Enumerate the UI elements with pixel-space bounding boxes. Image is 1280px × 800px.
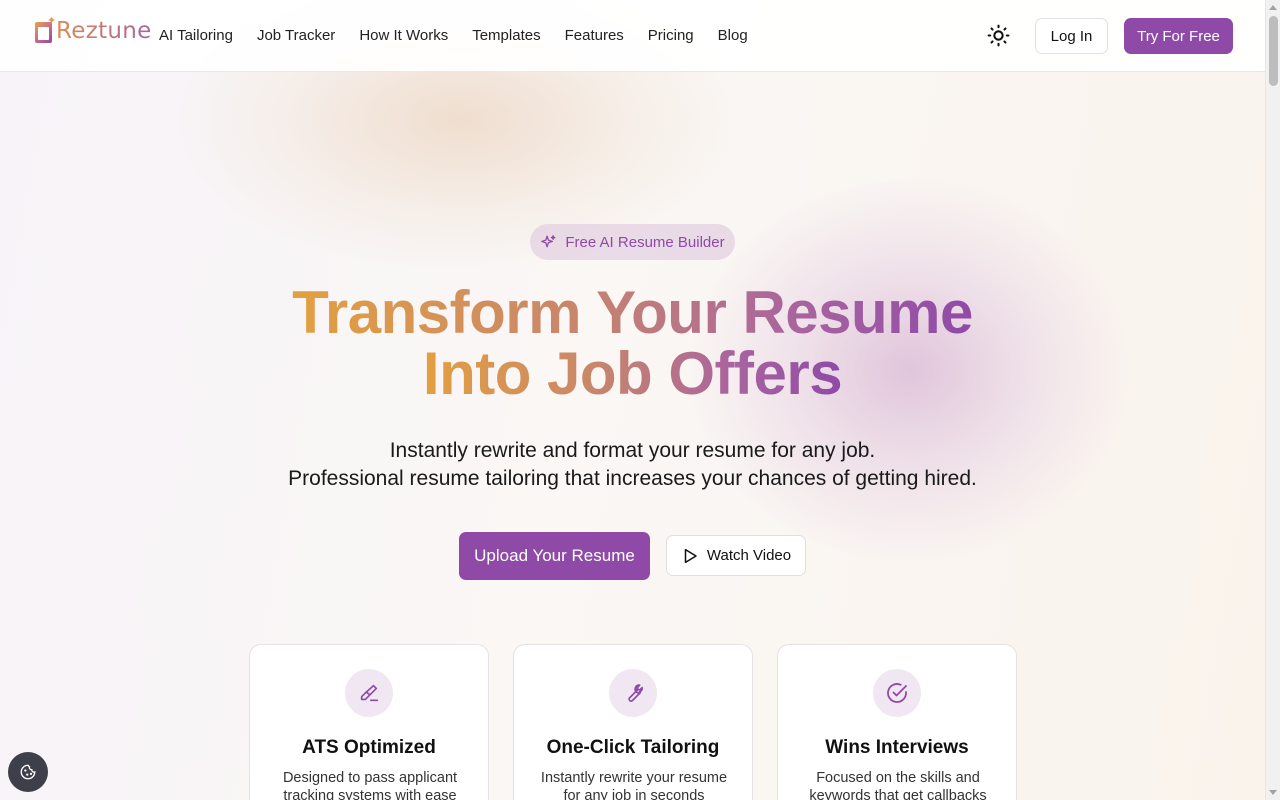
hero-badge: Free AI Resume Builder (530, 224, 735, 260)
watch-video-label: Watch Video (706, 547, 792, 564)
scroll-down-arrow[interactable] (1269, 790, 1277, 795)
wrench-icon (628, 684, 643, 702)
nav-templates[interactable]: Templates (472, 27, 540, 44)
nav-features[interactable]: Features (565, 27, 624, 44)
scroll-up-arrow[interactable] (1269, 5, 1277, 10)
main-nav: AI Tailoring Job Tracker How It Works Te… (159, 0, 772, 70)
hero-badge-label: Free AI Resume Builder (565, 233, 725, 251)
hero-subtitle: Instantly rewrite and format your resume… (0, 437, 1265, 493)
scrollbar-thumb[interactable] (1269, 16, 1278, 86)
headline-line-1: Transform Your Resume (292, 279, 973, 346)
subtitle-line-2: Professional resume tailoring that incre… (288, 467, 977, 490)
sparkles-icon (541, 234, 556, 247)
feature-description: Instantly rewrite your resume for any jo… (540, 770, 728, 800)
nav-how-it-works[interactable]: How It Works (359, 27, 448, 44)
login-button[interactable]: Log In (1035, 18, 1108, 54)
try-for-free-button[interactable]: Try For Free (1124, 18, 1233, 54)
nav-pricing[interactable]: Pricing (648, 27, 694, 44)
site-header: ✦ Reztune AI Tailoring Job Tracker How I… (0, 0, 1265, 72)
check-circle-icon (887, 683, 907, 703)
cookie-settings-button[interactable] (8, 752, 48, 792)
nav-ai-tailoring[interactable]: AI Tailoring (159, 27, 233, 44)
feature-description: Focused on the skills and keywords that … (809, 770, 987, 800)
cookie-icon (20, 764, 36, 780)
logo-text: Reztune (56, 18, 152, 44)
headline-line-2: Into Job Offers (422, 340, 843, 407)
watch-video-button[interactable]: Watch Video (666, 535, 806, 576)
logo-icon: ✦ (34, 16, 56, 44)
feature-title: Wins Interviews (825, 737, 969, 758)
feature-title: ATS Optimized (302, 737, 436, 758)
upload-resume-button[interactable]: Upload Your Resume (459, 532, 650, 580)
subtitle-line-1: Instantly rewrite and format your resume… (389, 439, 876, 462)
feature-description: Designed to pass applicant tracking syst… (282, 770, 458, 800)
highlighter-icon (360, 684, 379, 702)
feature-card-tailoring: One-Click Tailoring Instantly rewrite yo… (513, 644, 753, 800)
feature-card-interviews: Wins Interviews Focused on the skills an… (777, 644, 1017, 800)
nav-blog[interactable]: Blog (718, 27, 748, 44)
feature-title: One-Click Tailoring (546, 737, 720, 758)
theme-toggle[interactable] (986, 23, 1011, 48)
feature-card-ats: ATS Optimized Designed to pass applicant… (249, 644, 489, 800)
sun-icon (987, 24, 1010, 47)
play-icon (684, 548, 697, 563)
nav-job-tracker[interactable]: Job Tracker (257, 27, 335, 44)
logo[interactable]: ✦ Reztune (34, 16, 152, 46)
hero-headline: Transform Your Resume Into Job Offers (0, 282, 1265, 404)
page-scrollbar[interactable] (1265, 0, 1280, 800)
